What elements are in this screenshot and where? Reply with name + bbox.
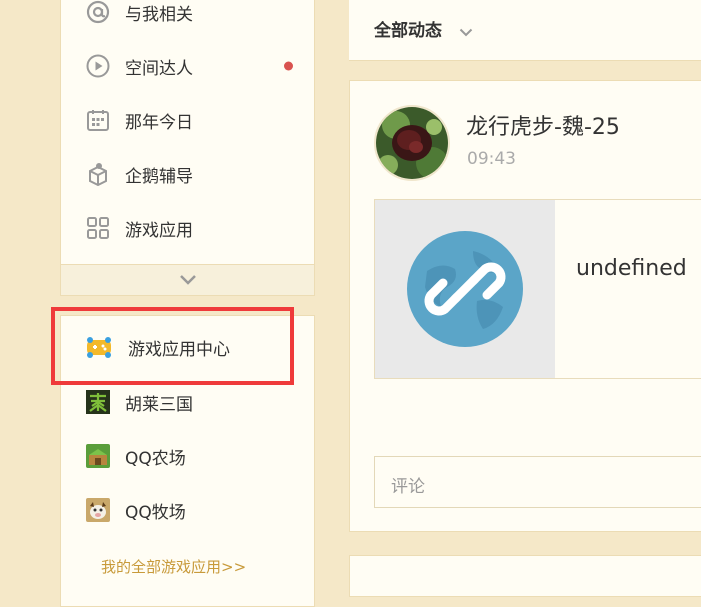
next-feed-card xyxy=(349,555,701,597)
hulai-sanguo-icon xyxy=(86,390,110,414)
qq-farm-icon xyxy=(86,444,110,468)
sidebar-expand-button[interactable] xyxy=(60,264,315,296)
comment-placeholder: 评论 xyxy=(391,477,425,497)
feed-filter-dropdown[interactable]: 全部动态 xyxy=(374,16,442,41)
comment-input[interactable]: 评论 xyxy=(374,456,701,508)
sidebar-item-label: 游戏应用中心 xyxy=(128,339,230,360)
post-author-name[interactable]: 龙行虎步-魏-25 xyxy=(466,109,620,141)
sidebar-item-game-center[interactable]: 游戏应用中心 xyxy=(61,320,314,374)
link-globe-icon xyxy=(407,231,523,351)
post-timestamp: 09:43 xyxy=(467,149,516,169)
sidebar-item-penguin-tutoring[interactable]: 企鹅辅导 xyxy=(61,147,314,201)
sidebar-item-related-to-me[interactable]: 与我相关 xyxy=(61,0,314,39)
penguin-box-icon xyxy=(86,162,110,186)
at-sign-icon xyxy=(86,0,110,24)
grid-apps-icon xyxy=(86,216,110,240)
all-games-link[interactable]: 我的全部游戏应用>> xyxy=(101,556,246,577)
sidebar-item-qq-farm[interactable]: QQ农场 xyxy=(61,429,314,483)
sidebar-item-space-talent[interactable]: 空间达人 xyxy=(61,39,314,93)
qq-ranch-icon xyxy=(86,498,110,522)
calendar-icon xyxy=(86,108,110,132)
sidebar-item-label: 游戏应用 xyxy=(125,220,193,241)
link-preview-title: undefined xyxy=(576,256,687,281)
sidebar-item-on-this-day[interactable]: 那年今日 xyxy=(61,93,314,147)
link-preview-card[interactable]: undefined xyxy=(374,199,701,379)
sidebar-item-label: 胡莱三国 xyxy=(125,394,193,415)
sidebar-item-label: 那年今日 xyxy=(125,112,193,133)
notification-dot xyxy=(284,61,293,71)
feed-filter-bar: 全部动态 xyxy=(349,0,701,61)
sidebar-item-label: QQ牧场 xyxy=(125,502,186,523)
play-circle-icon xyxy=(86,54,110,78)
sidebar-item-label: 与我相关 xyxy=(125,4,193,25)
feed-post-card: 龙行虎步-魏-25 09:43 undefined 评论 xyxy=(349,80,701,532)
sidebar-item-label: 企鹅辅导 xyxy=(125,166,193,187)
sidebar-item-game-apps[interactable]: 游戏应用 xyxy=(61,201,314,255)
gamepad-icon xyxy=(86,335,111,359)
sidebar-item-qq-ranch[interactable]: QQ牧场 xyxy=(61,483,314,537)
chevron-down-icon[interactable] xyxy=(459,22,473,41)
sidebar-item-label: QQ农场 xyxy=(125,448,186,469)
avatar[interactable] xyxy=(374,105,450,181)
sidebar-menu: 与我相关 空间达人 那年今日 企鹅辅导 游戏应用 xyxy=(60,0,315,265)
chevron-down-icon xyxy=(179,271,197,290)
sidebar-games: 游戏应用中心 胡莱三国 QQ农场 QQ牧场 我的全部游戏应用>> xyxy=(60,315,315,607)
sidebar-item-hulai-sanguo[interactable]: 胡莱三国 xyxy=(61,375,314,429)
link-thumbnail xyxy=(375,200,555,378)
sidebar-item-label: 空间达人 xyxy=(125,58,193,79)
